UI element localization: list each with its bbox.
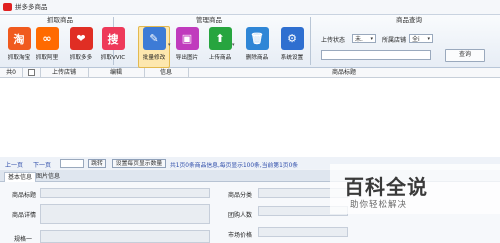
field-detail[interactable] [40,204,210,224]
upload-icon: ⬆ [208,27,232,50]
delete-products-label: 删除商品 [245,55,269,61]
table-header-select [22,68,41,77]
gear-icon: ⚙ [280,27,304,50]
select-all-checkbox[interactable] [27,69,35,76]
grab-taobao-button[interactable]: 淘抓取淘宝 [4,27,34,67]
upload-status-value: 未. [355,36,363,43]
window-title: 拼多多商品 [15,3,48,11]
store-value: 全i [412,36,420,43]
grab-pdd-button[interactable]: ❤ 抓取多多 [66,27,96,67]
grab-pdd-label: 抓取多多 [69,55,93,61]
upload-status-label: 上传状态 [321,37,346,44]
export-images-button[interactable]: ▣ 导出图片 [172,27,202,67]
group-title-grab: 抓取商品 [47,16,73,24]
title-bar [0,0,500,15]
table-header-edit: 编辑 [88,68,145,77]
trash-icon: 🗑 [245,27,269,50]
field-label-detail: 商品详情 [12,212,37,219]
field-title[interactable] [40,188,210,198]
alibaba-icon: ∞ [35,27,59,50]
system-settings-button[interactable]: ⚙ 系统设置 [277,27,307,67]
pager-info: 共1页0条商品信息,每页显示100条,当前第1页0条 [170,163,299,169]
image-icon: ▣ [175,27,199,50]
tab-image-info[interactable]: 图片信息 [33,172,63,181]
set-page-size-button[interactable]: 设置每页显示数量 [112,159,166,168]
field-market-price[interactable] [258,227,348,237]
field-label-category: 商品分类 [228,192,253,199]
chevron-down-icon: ▾ [427,36,430,42]
upload-products-button[interactable]: ⬆ 上传商品 [205,27,235,67]
page-number-input[interactable] [60,159,84,168]
store-label: 所属店铺 [382,37,407,44]
tab-basic-info[interactable]: 基本信息 [4,172,37,182]
query-button[interactable]: 查询 [445,49,485,62]
grab-alibaba-button[interactable]: ∞ 抓取阿里 [32,27,62,67]
system-settings-label: 系统设置 [280,55,304,61]
watermark-title: 百科全说 [344,175,428,199]
grab-taobao-label: 抓取淘宝 [7,55,31,61]
chevron-down-icon: ▾ [370,36,373,42]
chevron-down-icon[interactable]: ▾ [168,42,171,48]
pencil-icon: ✎ [142,27,166,50]
table-header-info: 信息 [144,68,189,77]
field-label-group-count: 团购人数 [228,212,253,219]
field-label-spec: 规格一 [14,236,33,243]
table-header-title: 商品标题 [331,69,356,76]
table-header-store: 上传店铺 [40,68,89,77]
grab-alibaba-label: 抓取阿里 [35,55,59,61]
grab-vvic-label: 抓取VVIC [100,55,126,61]
export-images-label: 导出图片 [175,55,199,61]
prev-page-link[interactable]: 上一页 [5,160,23,169]
batch-edit-label: 批量修改 [142,55,166,61]
field-spec[interactable] [40,230,210,243]
batch-edit-button[interactable]: ✎ 批量修改 [138,26,170,68]
field-label-market-price: 市场价格 [228,232,253,239]
upload-products-label: 上传商品 [208,55,232,61]
group-title-query: 商品查询 [396,16,422,24]
upload-status-select[interactable]: 未. ▾ [352,34,376,43]
group-divider [310,17,311,65]
search-input[interactable] [321,50,431,60]
vvic-icon: 搜 [101,27,125,50]
store-select[interactable]: 全i ▾ [409,34,433,43]
watermark-subtitle: 助你轻松解决 [350,200,408,210]
field-label-title: 商品标题 [12,192,37,199]
next-page-link[interactable]: 下一页 [33,160,51,169]
table-header-count: 共0 [0,68,23,77]
jump-button[interactable]: 跳转 [88,159,106,168]
grab-vvic-button[interactable]: 搜抓取VVIC [98,27,128,67]
app-icon [3,3,12,11]
product-table[interactable] [0,78,500,157]
delete-products-button[interactable]: 🗑 删除商品 [242,27,272,67]
taobao-icon: 淘 [7,27,31,50]
group-title-manage: 管理商品 [196,16,222,24]
pdd-icon: ❤ [69,27,93,50]
chevron-down-icon[interactable]: ▾ [232,42,235,48]
